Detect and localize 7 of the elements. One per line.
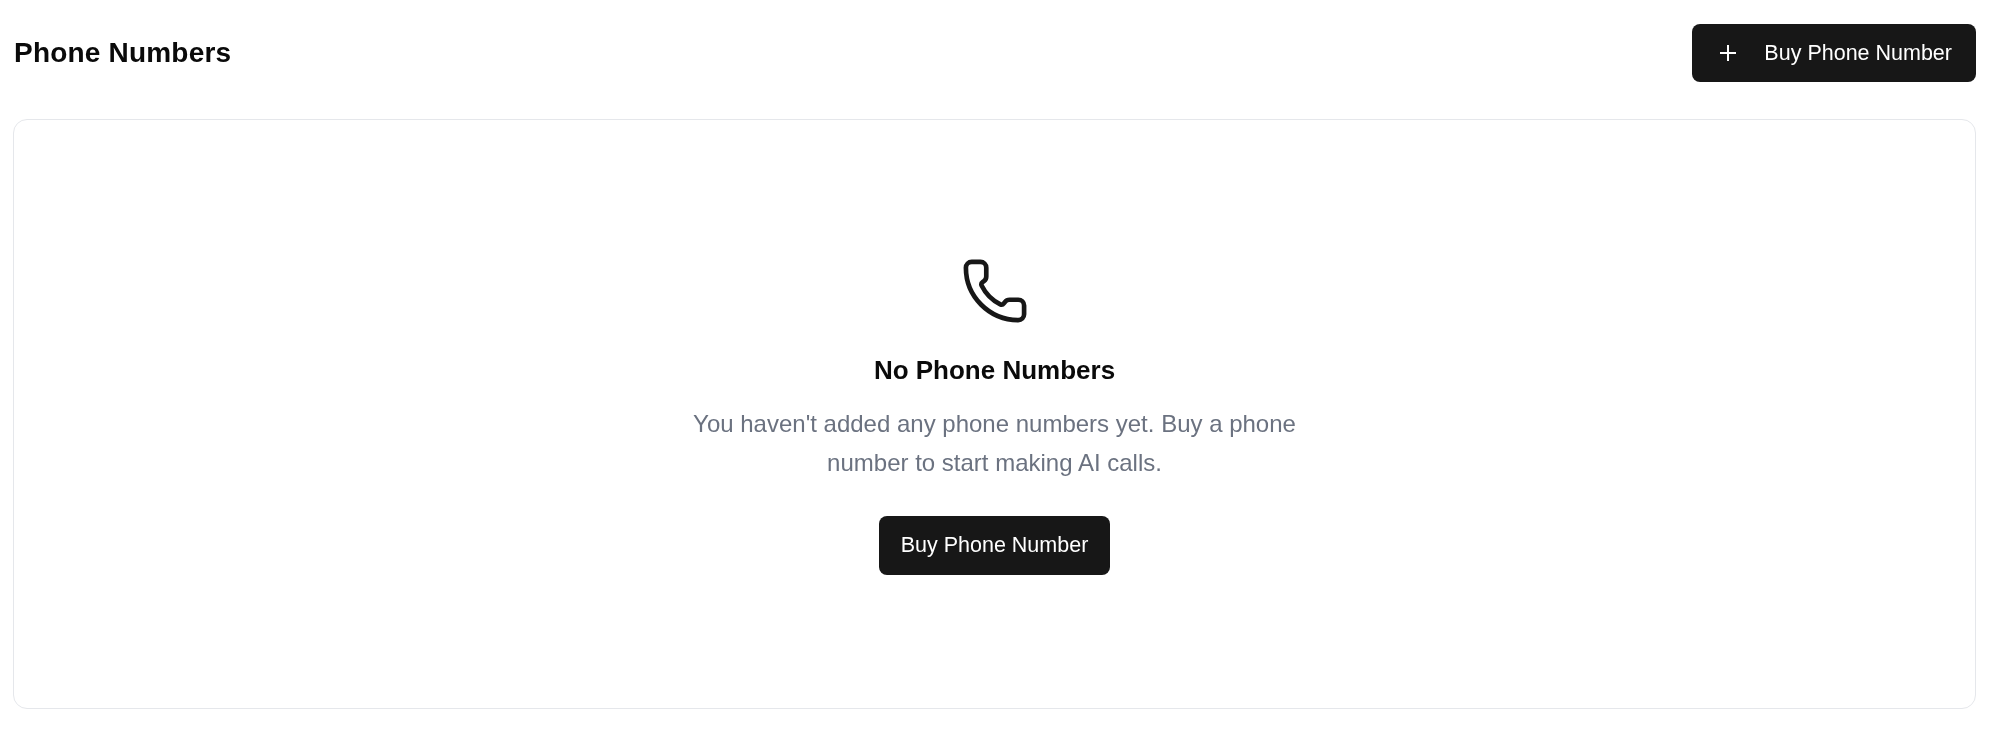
phone-icon: [962, 259, 1027, 323]
buy-phone-number-button[interactable]: Buy Phone Number: [878, 516, 1111, 575]
empty-state-message: You haven't added any phone numbers yet. Buy a phone number to start making AI calls.: [692, 409, 1297, 478]
empty-state-title: No Phone Numbers: [873, 354, 1116, 386]
buy-phone-number-button[interactable]: Buy Phone Number: [1692, 24, 1976, 82]
page-title: Phone Numbers: [14, 37, 232, 69]
plus-icon: [1720, 45, 1737, 61]
